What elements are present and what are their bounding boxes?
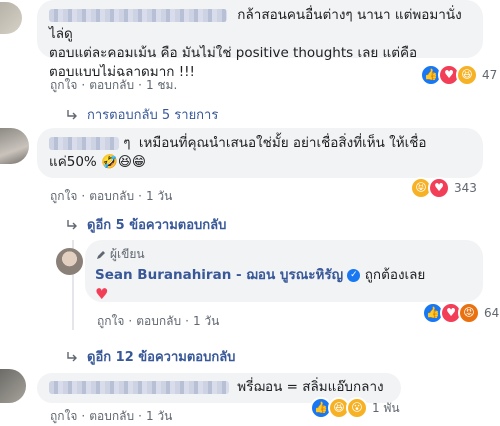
blurred-username: [49, 380, 229, 394]
like-link[interactable]: ถูกใจ: [50, 409, 77, 423]
reply-arrow-icon: [67, 109, 77, 119]
comment-text: แค่50%: [49, 154, 97, 170]
reaction-summary[interactable]: 👍 😆 😮 1 พัน: [310, 397, 400, 419]
angry-icon: 😡: [458, 302, 480, 324]
author-badge: ผู้เขียน: [95, 245, 473, 264]
haha-icon: 😆: [456, 64, 478, 86]
view-replies-link[interactable]: ดูอีก 12 ข้อความตอบกลับ: [65, 346, 235, 367]
like-link[interactable]: ถูกใจ: [50, 78, 77, 92]
view-replies-link[interactable]: ดูอีก 5 ข้อความตอบกลับ: [65, 214, 226, 235]
comment-bubble: กล้าสอนคนอื่นต่างๆ นานา แต่พอมานั่งไล่ดู…: [37, 0, 483, 80]
blurred-username: [49, 8, 227, 22]
comment-text: เหมือนที่คุณนำเสนอใช่มั้ย อย่าเชื่อสิ่งท…: [138, 135, 427, 151]
view-replies-link[interactable]: การตอบกลับ 5 รายการ: [65, 104, 218, 125]
comment-text: ตอบแต่ละคอมเม้น คือ มันไม่ใช่ positive t…: [49, 45, 418, 61]
reply-link[interactable]: ตอบกลับ: [136, 314, 181, 328]
timestamp[interactable]: 1 วัน: [146, 189, 172, 203]
timestamp[interactable]: 1 วัน: [193, 314, 219, 328]
comment-bubble: ๆ เหมือนที่คุณนำเสนอใช่มั้ย อย่าเชื่อสิ่…: [37, 128, 483, 178]
emoji-text: 🤣😆😁: [101, 154, 147, 170]
comment-actions: ถูกใจ · ตอบกลับ · 1 ชม.: [50, 78, 178, 92]
reply-link[interactable]: ตอบกลับ: [89, 409, 134, 423]
reply-arrow-icon: [67, 219, 77, 229]
reaction-summary[interactable]: 👍 ♥ 😡 64: [422, 302, 499, 324]
comment-actions: ถูกใจ · ตอบกลับ · 1 วัน: [50, 189, 173, 203]
comment-text: ถูกต้องเลย: [364, 267, 426, 283]
blurred-username: [49, 136, 119, 150]
verified-icon: ✓: [347, 268, 361, 282]
timestamp[interactable]: 1 วัน: [146, 409, 172, 423]
pencil-icon: [97, 250, 105, 259]
like-link[interactable]: ถูกใจ: [97, 314, 124, 328]
comment-actions: ถูกใจ · ตอบกลับ · 1 วัน: [50, 409, 173, 423]
commenter-avatar[interactable]: [0, 2, 22, 34]
love-icon: ♥: [428, 177, 450, 199]
commenter-avatar[interactable]: [0, 369, 26, 403]
reply-link[interactable]: ตอบกลับ: [89, 78, 134, 92]
comment-text: พรี่ฌอน = สลิ่มแอ๊บกลาง: [237, 379, 384, 395]
heart-emoji: ♥: [95, 285, 109, 303]
reply-link[interactable]: ตอบกลับ: [89, 189, 134, 203]
author-name[interactable]: Sean Buranahiran - ฌอน บูรณะหิรัญ: [95, 267, 343, 283]
like-link[interactable]: ถูกใจ: [50, 189, 77, 203]
timestamp[interactable]: 1 ชม.: [146, 78, 177, 92]
commenter-avatar[interactable]: [0, 128, 29, 164]
wow-icon: 😮: [346, 397, 368, 419]
comment-actions: ถูกใจ · ตอบกลับ · 1 วัน: [97, 314, 220, 328]
reaction-summary[interactable]: 😝 ♥ 343: [410, 177, 477, 199]
author-avatar[interactable]: [56, 248, 83, 275]
reaction-summary[interactable]: 👍 ♥ 😆 47: [420, 64, 497, 86]
reply-arrow-icon: [67, 351, 77, 361]
comment-bubble: ผู้เขียน Sean Buranahiran - ฌอน บูรณะหิร…: [85, 240, 483, 303]
